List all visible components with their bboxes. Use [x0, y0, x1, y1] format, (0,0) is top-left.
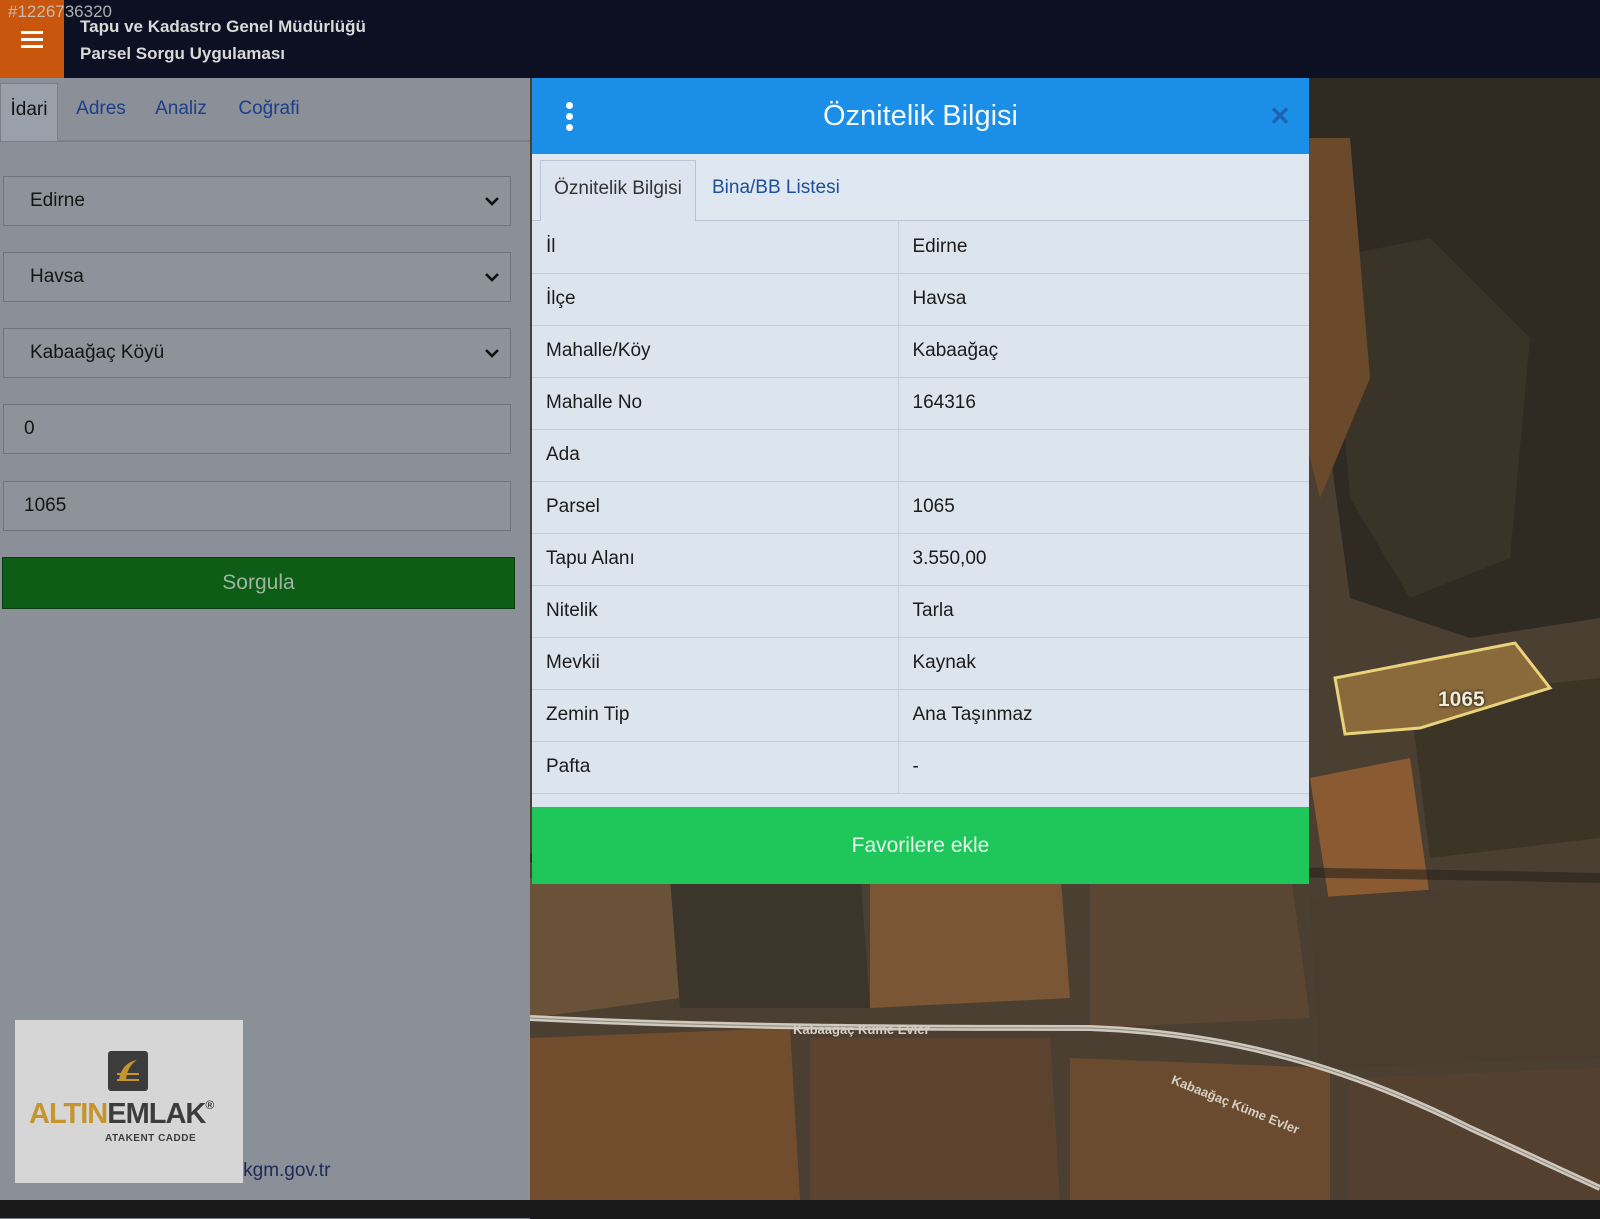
tab-cografi[interactable]: Coğrafi [226, 83, 312, 140]
attr-value [898, 429, 1309, 482]
chevron-down-icon [485, 349, 499, 358]
sorgula-button[interactable]: Sorgula [2, 557, 515, 609]
app-title-line1: Tapu ve Kadastro Genel Müdürlüğü [80, 17, 366, 36]
logo-brand-text: ALTINEMLAK® [29, 1098, 214, 1130]
road-label: Kabaağaç Küme Evler [793, 1022, 930, 1037]
attr-key: Tapu Alanı [532, 533, 899, 586]
attr-key: Nitelik [532, 585, 899, 638]
attr-value: 164316 [898, 377, 1309, 430]
table-row: Nitelik Tarla [532, 585, 1309, 638]
app-header: Tapu ve Kadastro Genel Müdürlüğü Parsel … [0, 0, 1600, 78]
table-row: Mahalle No 164316 [532, 377, 1309, 430]
table-row: İl Edirne [532, 221, 1309, 274]
mahalle-select[interactable]: Kabaağaç Köyü [3, 328, 511, 378]
close-icon[interactable]: ✕ [1265, 98, 1295, 134]
attr-value: - [898, 741, 1309, 794]
attr-value: 3.550,00 [898, 533, 1309, 586]
attr-key: Parsel [532, 481, 899, 534]
ada-input[interactable] [3, 404, 511, 454]
il-select[interactable]: Edirne [3, 176, 511, 226]
tab-adres[interactable]: Adres [66, 83, 136, 140]
il-select-value: Edirne [30, 190, 85, 211]
query-tabs: İdari Adres Analiz Coğrafi [0, 78, 530, 142]
parcel-number-label: 1065 [1438, 688, 1485, 711]
mahalle-select-value: Kabaağaç Köyü [30, 342, 165, 363]
dialog-title: Öznitelik Bilgisi [823, 100, 1018, 132]
add-to-favorites-button[interactable]: Favorilere ekle [532, 807, 1309, 884]
chevron-down-icon [485, 273, 499, 282]
attr-value: Edirne [898, 221, 1309, 274]
attr-key: İl [532, 221, 899, 274]
table-row: Mahalle/Köy Kabaağaç [532, 325, 1309, 378]
tab-analiz[interactable]: Analiz [148, 83, 214, 140]
attribute-dialog: Öznitelik Bilgisi ✕ Öznitelik Bilgisi Bi… [532, 78, 1309, 884]
attribute-table: İl Edirne İlçe Havsa Mahalle/Köy Kabaağaç M… [532, 221, 1309, 794]
app-title: Tapu ve Kadastro Genel Müdürlüğü Parsel … [80, 13, 366, 67]
attr-value: 1065 [898, 481, 1309, 534]
attr-key: Mahalle/Köy [532, 325, 899, 378]
dialog-tabs: Öznitelik Bilgisi Bina/BB Listesi [532, 154, 1309, 222]
attr-value: Kabaağaç [898, 325, 1309, 378]
tab-oznitelik-bilgisi[interactable]: Öznitelik Bilgisi [540, 160, 696, 222]
attr-key: Pafta [532, 741, 899, 794]
table-row: Tapu Alanı 3.550,00 [532, 533, 1309, 586]
attr-key: Zemin Tip [532, 689, 899, 742]
attr-value: Tarla [898, 585, 1309, 638]
table-row: Zemin Tip Ana Taşınmaz [532, 689, 1309, 742]
table-row: Pafta - [532, 741, 1309, 794]
attr-key: Mevkii [532, 637, 899, 690]
logo-subtitle: ATAKENT CADDE [105, 1133, 197, 1144]
attr-value: Havsa [898, 273, 1309, 326]
altin-emlak-logo: ALTINEMLAK® ATAKENT CADDE [15, 1020, 243, 1183]
attr-key: Ada [532, 429, 899, 482]
tab-idari[interactable]: İdari [0, 83, 58, 141]
ilce-select[interactable]: Havsa [3, 252, 511, 302]
kebab-menu-icon[interactable] [565, 102, 575, 132]
tab-bina-bb-listesi[interactable]: Bina/BB Listesi [712, 160, 840, 220]
attr-key: Mahalle No [532, 377, 899, 430]
table-row: Parsel 1065 [532, 481, 1309, 534]
listing-id-watermark: #1226736320 [8, 2, 113, 21]
app-title-line2: Parsel Sorgu Uygulaması [80, 44, 286, 63]
attr-value: Ana Taşınmaz [898, 689, 1309, 742]
attr-value: Kaynak [898, 637, 1309, 690]
table-row: Mevkii Kaynak [532, 637, 1309, 690]
parsel-input[interactable] [3, 481, 511, 531]
ilce-select-value: Havsa [30, 266, 84, 287]
table-row: İlçe Havsa [532, 273, 1309, 326]
hamburger-icon [21, 37, 43, 41]
table-row: Ada [532, 429, 1309, 482]
dialog-header: Öznitelik Bilgisi ✕ [532, 78, 1309, 154]
chevron-down-icon [485, 197, 499, 206]
attr-key: İlçe [532, 273, 899, 326]
logo-emblem-icon [108, 1051, 148, 1091]
